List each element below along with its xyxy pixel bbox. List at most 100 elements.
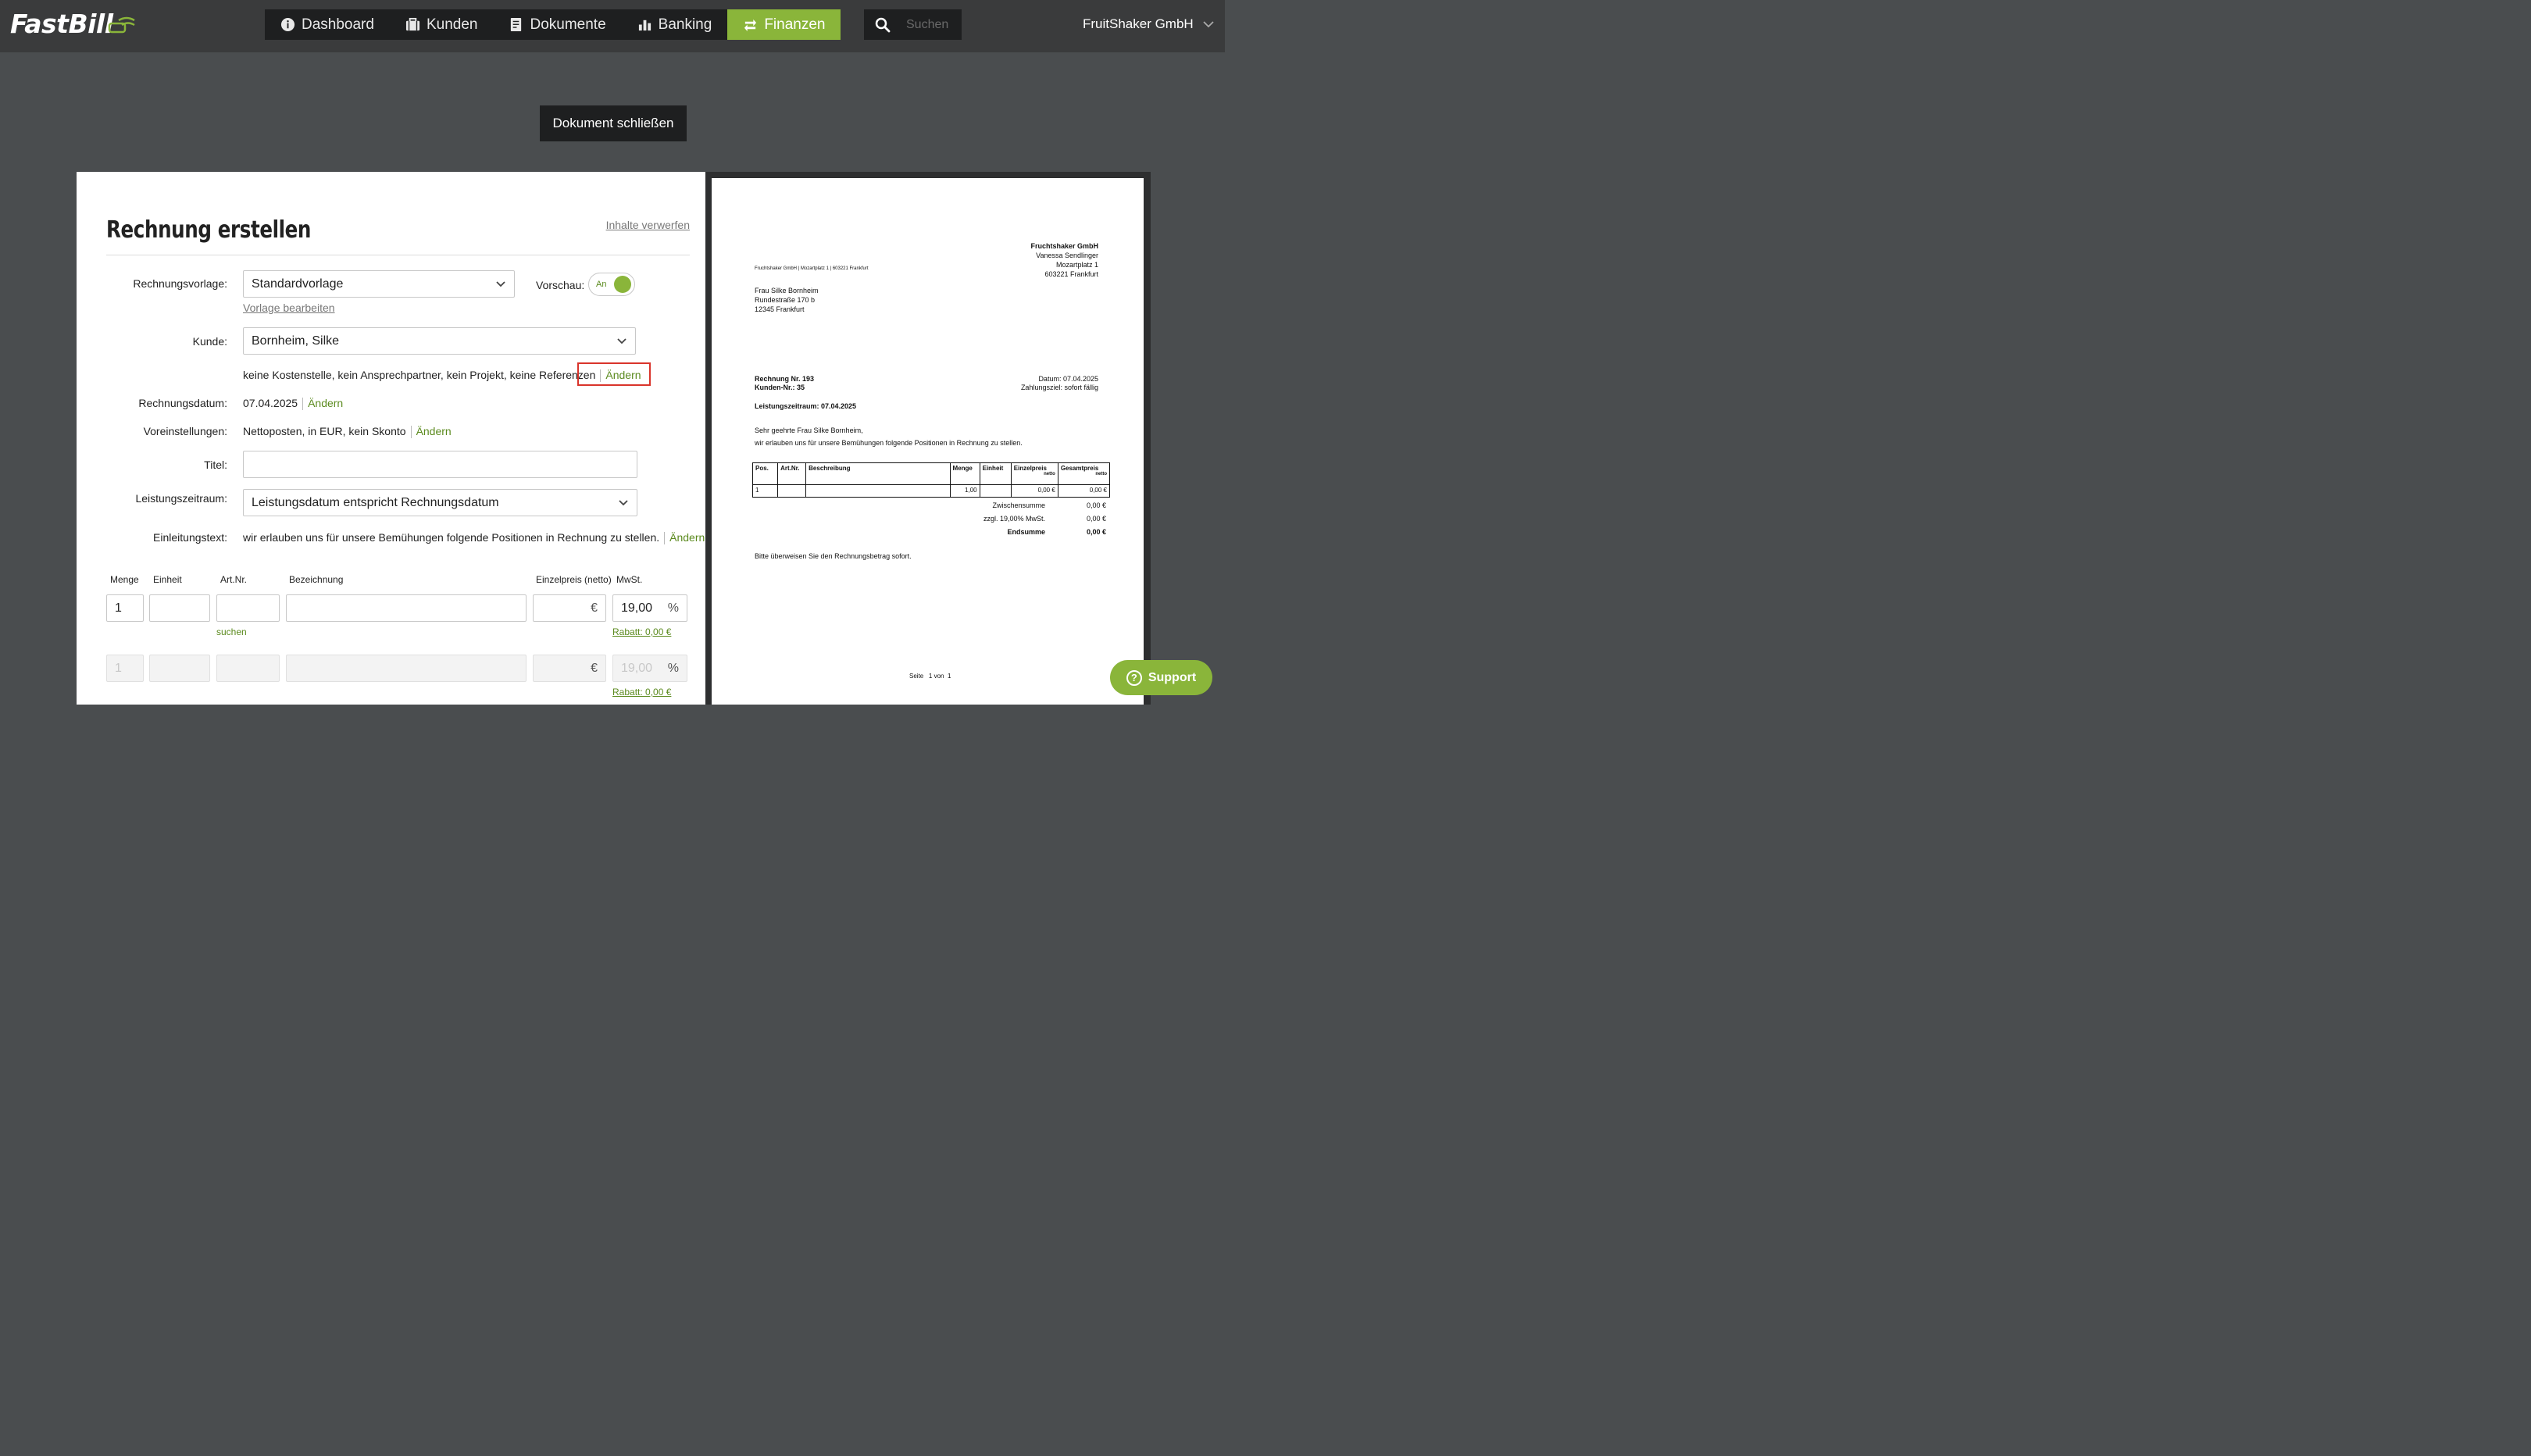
col-header-desc: Bezeichnung xyxy=(289,574,344,585)
period-select[interactable]: Leistungsdatum entspricht Rechnungsdatum xyxy=(243,489,637,516)
logo-mark-icon xyxy=(108,16,135,34)
cell-desc xyxy=(805,484,951,498)
company-name: FruitShaker GmbH xyxy=(1083,16,1194,31)
search-input[interactable] xyxy=(906,17,961,32)
nav-banking[interactable]: Banking xyxy=(621,9,728,40)
change-date-link[interactable]: Ändern xyxy=(308,397,343,409)
description-input[interactable] xyxy=(286,594,527,622)
th-price: Einzelpreis netto xyxy=(1010,462,1058,485)
subtotal-value: 0,00 € xyxy=(1086,501,1106,509)
title-label: Titel: xyxy=(204,459,227,471)
nav-dokumente[interactable]: Dokumente xyxy=(493,9,622,40)
customer-number: Kunden-Nr.: 35 xyxy=(755,384,805,391)
art-no-input[interactable] xyxy=(216,594,280,622)
page-number: Seite 1 von 1 xyxy=(909,672,951,681)
art-no-input[interactable] xyxy=(216,655,280,682)
nav-label: Finanzen xyxy=(764,16,826,33)
title-input[interactable] xyxy=(243,451,637,478)
invoice-date: 07.04.2025 Ändern xyxy=(243,397,343,411)
col-header-unit: Einheit xyxy=(153,574,182,585)
th-total: Gesamtpreis netto xyxy=(1057,462,1111,485)
th-unit: Einheit xyxy=(979,462,1012,485)
chevron-down-icon xyxy=(617,337,627,344)
chevron-down-icon xyxy=(496,280,505,287)
payment-due: Zahlungsziel: sofort fällig xyxy=(1020,384,1098,391)
salutation: Sehr geehrte Frau Silke Bornheim, xyxy=(755,426,863,434)
th-qty: Menge xyxy=(949,462,980,485)
template-value: Standardvorlage xyxy=(252,277,344,291)
th-price-netto: netto xyxy=(1044,472,1055,476)
col-header-qty: Menge xyxy=(110,574,139,585)
change-settings-link[interactable]: Ändern xyxy=(416,425,452,437)
unit-input[interactable] xyxy=(149,655,210,682)
template-label: Rechnungsvorlage: xyxy=(133,277,227,290)
th-art: Art.Nr. xyxy=(777,462,807,485)
recipient-street: Rundestraße 170 b xyxy=(755,296,816,304)
separator xyxy=(410,426,412,439)
bar-chart-icon xyxy=(638,20,651,31)
customer-label: Kunde: xyxy=(192,335,227,348)
settings: Nettoposten, in EUR, kein Skonto Ändern xyxy=(243,425,452,439)
document-icon xyxy=(511,17,522,32)
percent-suffix: % xyxy=(667,601,679,615)
question-icon: ? xyxy=(1126,669,1142,686)
vat-value: 19,00 xyxy=(621,601,653,615)
company-menu[interactable]: FruitShaker GmbH xyxy=(1083,16,1214,32)
intro-text: wir erlauben uns für unsere Bemühungen f… xyxy=(243,531,705,545)
search-article-link[interactable]: suchen xyxy=(216,626,247,637)
support-button[interactable]: ? Support xyxy=(1110,660,1212,695)
discount-link[interactable]: Rabatt: 0,00 € xyxy=(612,626,671,637)
unit-price-input[interactable]: € xyxy=(533,655,606,682)
invoice-date-label: Rechnungsdatum: xyxy=(138,397,227,409)
total-label: Endsumme xyxy=(1007,528,1045,536)
preview-label: Vorschau: xyxy=(536,279,585,291)
invoice-form-panel: Rechnung erstellen Inhalte verwerfen Rec… xyxy=(77,172,705,705)
vat-input[interactable]: 19,00 % xyxy=(612,594,687,622)
chevron-down-icon xyxy=(1203,21,1214,28)
company-street: Mozartplatz 1 xyxy=(1055,261,1098,269)
nav-dashboard[interactable]: Dashboard xyxy=(265,9,390,40)
intro-label: Einleitungstext: xyxy=(153,531,227,544)
invoice-preview: Fruchtshaker GmbH | Mozartplatz 1 | 6032… xyxy=(712,178,1144,705)
th-price-label: Einzelpreis xyxy=(1013,465,1047,472)
edit-template-link[interactable]: Vorlage bearbeiten xyxy=(243,302,335,314)
customer-select[interactable]: Bornheim, Silke xyxy=(243,327,636,355)
unit-input[interactable] xyxy=(149,594,210,622)
main-nav: Dashboard Kunden Dokumente Banking Finan… xyxy=(265,9,841,40)
percent-suffix: % xyxy=(667,662,679,675)
search-icon[interactable] xyxy=(875,17,891,33)
nav-label: Kunden xyxy=(426,16,478,33)
period-value: Leistungsdatum entspricht Rechnungsdatum xyxy=(252,495,499,509)
briefcase-icon xyxy=(405,17,420,31)
logo[interactable]: FastBill xyxy=(10,9,113,39)
top-bar: FastBill Dashboard Kunden Dokumente Bank… xyxy=(0,0,1225,52)
discard-content-link[interactable]: Inhalte verwerfen xyxy=(606,219,690,231)
page-label: Seite xyxy=(909,673,924,680)
template-select[interactable]: Standardvorlage xyxy=(243,270,515,298)
vat-label: zzgl. 19,00% MwSt. xyxy=(983,515,1045,523)
nav-label: Dashboard xyxy=(302,16,374,33)
invoice-date-value: 07.04.2025 xyxy=(243,397,298,409)
close-document-button[interactable]: Dokument schließen xyxy=(540,105,687,141)
service-period: Leistungszeitraum: 07.04.2025 xyxy=(755,402,857,410)
separator xyxy=(302,398,304,411)
cell-price: 0,00 € xyxy=(1010,484,1058,498)
page-total: 1 xyxy=(947,673,951,680)
description-input[interactable] xyxy=(286,655,527,682)
customer-value: Bornheim, Silke xyxy=(252,334,340,348)
intro-value: wir erlauben uns für unsere Bemühungen f… xyxy=(243,531,660,544)
vat-input[interactable]: 19,00 % xyxy=(612,655,687,682)
info-circle-icon xyxy=(280,17,295,32)
settings-label: Voreinstellungen: xyxy=(143,425,227,437)
nav-finanzen[interactable]: Finanzen xyxy=(727,9,841,40)
change-intro-link[interactable]: Ändern xyxy=(669,531,705,544)
settings-value: Nettoposten, in EUR, kein Skonto xyxy=(243,425,406,437)
qty-input[interactable] xyxy=(106,655,144,682)
cell-unit xyxy=(979,484,1012,498)
discount-link[interactable]: Rabatt: 0,00 € xyxy=(612,687,671,698)
unit-price-input[interactable]: € xyxy=(533,594,606,622)
qty-input[interactable] xyxy=(106,594,144,622)
nav-kunden[interactable]: Kunden xyxy=(389,9,494,40)
preview-toggle[interactable]: An xyxy=(588,273,635,296)
vat-value: 19,00 xyxy=(621,662,653,675)
